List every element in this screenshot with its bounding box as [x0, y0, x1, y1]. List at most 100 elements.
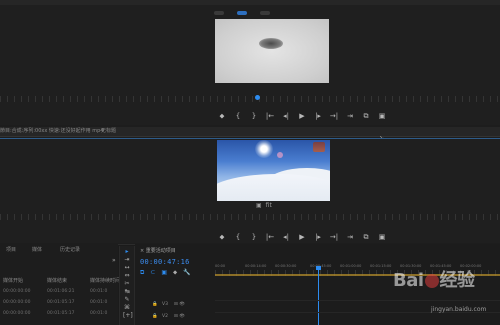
lens-flare	[277, 152, 283, 158]
watermark-logo: Bai 经验	[393, 266, 475, 292]
premiere-workspace: ⬥ { } |← ◂| ▶ |▸ →| ⇥ ⧉ ▣ 節目:合成:序列:00xx …	[0, 0, 500, 325]
mark-in-button[interactable]: {	[230, 111, 246, 121]
step-forward-button[interactable]: |▸	[310, 232, 326, 242]
project-column-headers: 媒体开始 媒体结束 媒体持续时间	[0, 276, 120, 286]
program-tabbar: 節目:合成:序列:00xx 快速:还没好起作用 mp4 无标题	[0, 127, 500, 137]
watermark-logo-right: 经验	[439, 270, 476, 291]
timeline-tab[interactable]: × 重要活动项目	[140, 247, 260, 255]
insert-button[interactable]: ⇥	[342, 111, 358, 121]
hand-tool-icon[interactable]: ⌘	[123, 305, 131, 311]
cell-end: 00:01:05:17	[47, 311, 75, 316]
tab-untitled[interactable]: 无标题	[101, 127, 116, 136]
track-select-tool-icon[interactable]: ⇥	[123, 257, 131, 263]
paw-icon	[424, 274, 439, 288]
go-to-in-button[interactable]: |←	[262, 232, 278, 242]
column-media-start[interactable]: 媒体开始	[3, 276, 23, 286]
watermark-url: jingyan.baidu.com	[431, 306, 487, 313]
list-item[interactable]: 00:00:00:00 00:01:05:17 00:01:0	[0, 298, 118, 308]
zoom-level[interactable]: fit	[266, 202, 272, 210]
mark-out-button[interactable]: }	[246, 232, 262, 242]
cell-start: 00:00:00:00	[3, 289, 31, 294]
ripple-edit-tool-icon[interactable]: ↔	[123, 265, 131, 271]
watermark-logo-left: Bai	[393, 270, 424, 291]
program-settings: ▣ fit	[256, 202, 276, 210]
ruler-label: 00:00	[215, 264, 226, 268]
pen-tool-icon[interactable]: ✎	[123, 297, 131, 303]
razor-tool-icon[interactable]: ✂	[123, 281, 131, 287]
source-time-ruler[interactable]	[0, 96, 500, 102]
snow-slope	[217, 174, 330, 201]
rock-shape	[259, 38, 283, 49]
slip-tool-icon[interactable]: ↹	[123, 289, 131, 295]
sun	[255, 140, 273, 158]
tab-program[interactable]: 節目:合成:序列:00xx 快速:还没好起作用 mp4	[0, 127, 103, 136]
step-back-button[interactable]: ◂|	[278, 111, 294, 121]
cell-end: 00:01:05:17	[47, 300, 75, 305]
source-playhead[interactable]	[255, 95, 260, 100]
overwrite-button[interactable]: ⧉	[358, 111, 374, 121]
play-button[interactable]: ▶	[294, 111, 310, 121]
active-tab-icon[interactable]	[237, 11, 248, 15]
rolling-edit-tool-icon[interactable]: ⇔	[123, 273, 131, 279]
tab-project[interactable]: 项目	[6, 245, 16, 255]
timeline-timecode[interactable]: 00:00:47:16	[140, 258, 190, 266]
lift-button[interactable]: ⇥	[342, 232, 358, 242]
ruler-label: 00:01:00:00	[340, 264, 362, 268]
add-marker-button[interactable]: ⬥	[214, 111, 230, 121]
wrench-icon[interactable]: 🔧	[183, 269, 190, 277]
track-header-v2[interactable]: 🔒 V2 ⊟ 👁	[140, 312, 215, 321]
linked-selection-icon[interactable]: ▣	[161, 269, 167, 277]
track-name: V2	[162, 314, 168, 319]
settings-icon[interactable]	[214, 11, 224, 15]
timeline-sequence-name: 重要活动项目	[145, 248, 176, 254]
play-button[interactable]: ▶	[294, 232, 310, 242]
ruler-label: 00:00:30:00	[275, 264, 297, 268]
column-media-duration[interactable]: 媒体持续时间	[90, 276, 120, 286]
program-transport-controls: ⬥ { } |← ◂| ▶ |▸ →| ⇥ ⧉ ▣	[214, 231, 390, 243]
step-forward-button[interactable]: |▸	[310, 111, 326, 121]
lock-icon[interactable]: 🔒	[152, 312, 158, 321]
tools-panel: ▸ ⇥ ↔ ⇔ ✂ ↹ ✎ ⌘ [+]	[119, 246, 135, 325]
cell-duration: 00:01:0	[90, 300, 108, 305]
cell-duration: 00:01:0	[90, 289, 108, 294]
lock-icon[interactable]: 🔒	[152, 300, 158, 309]
program-time-ruler[interactable]	[0, 214, 500, 220]
program-video-frame	[217, 140, 330, 201]
selection-tool-icon[interactable]: ▸	[123, 249, 131, 255]
snap-icon[interactable]: ⊂	[150, 269, 155, 277]
cell-duration: 00:01:0	[90, 311, 108, 316]
export-frame-button[interactable]: ▣	[374, 111, 390, 121]
nest-icon[interactable]: ⧉	[140, 269, 144, 277]
go-to-out-button[interactable]: →|	[326, 232, 342, 242]
panel-overflow-icon[interactable]: »	[112, 257, 116, 264]
track-header-v3[interactable]: 🔒 V3 ⊟ 👁	[140, 300, 215, 309]
ruler-label: 00:00:14:00	[245, 264, 267, 268]
mark-in-button[interactable]: {	[230, 232, 246, 242]
tab-media[interactable]: 媒体	[32, 245, 42, 255]
extract-button[interactable]: ⧉	[358, 232, 374, 242]
project-tabs: 项目 媒体 历史记录	[0, 245, 118, 255]
snow-scene	[215, 19, 329, 83]
track-toggle-icons[interactable]: ⊟ 👁	[174, 300, 185, 309]
source-video-frame	[215, 19, 329, 83]
safe-margins-icon[interactable]: ▣	[256, 202, 262, 210]
baidu-watermark: Bai 经验 jingyan.baidu.com	[383, 266, 500, 325]
go-to-in-button[interactable]: |←	[262, 111, 278, 121]
column-media-end[interactable]: 媒体结束	[47, 276, 67, 286]
export-frame-button[interactable]: ▣	[374, 232, 390, 242]
timeline-controls: ⧉ ⊂ ▣ ⬥ 🔧	[140, 269, 191, 277]
list-item[interactable]: 00:00:00:00 00:01:06:21 00:01:0	[0, 287, 118, 297]
mark-out-button[interactable]: }	[246, 111, 262, 121]
zoom-tool-icon[interactable]: [+]	[123, 313, 133, 319]
go-to-out-button[interactable]: →|	[326, 111, 342, 121]
add-marker-icon[interactable]: ⬥	[173, 269, 177, 277]
close-icon[interactable]: ×	[140, 248, 144, 254]
track-toggle-icons[interactable]: ⊟ 👁	[174, 312, 185, 321]
tab-history[interactable]: 历史记录	[60, 245, 80, 255]
list-item[interactable]: 00:00:00:00 00:01:05:17 00:01:0	[0, 309, 118, 319]
add-marker-button[interactable]: ⬥	[214, 232, 230, 242]
skier-edge	[313, 142, 325, 152]
panel-icon[interactable]	[260, 11, 271, 15]
step-back-button[interactable]: ◂|	[278, 232, 294, 242]
source-transport-controls: ⬥ { } |← ◂| ▶ |▸ →| ⇥ ⧉ ▣	[214, 110, 390, 122]
